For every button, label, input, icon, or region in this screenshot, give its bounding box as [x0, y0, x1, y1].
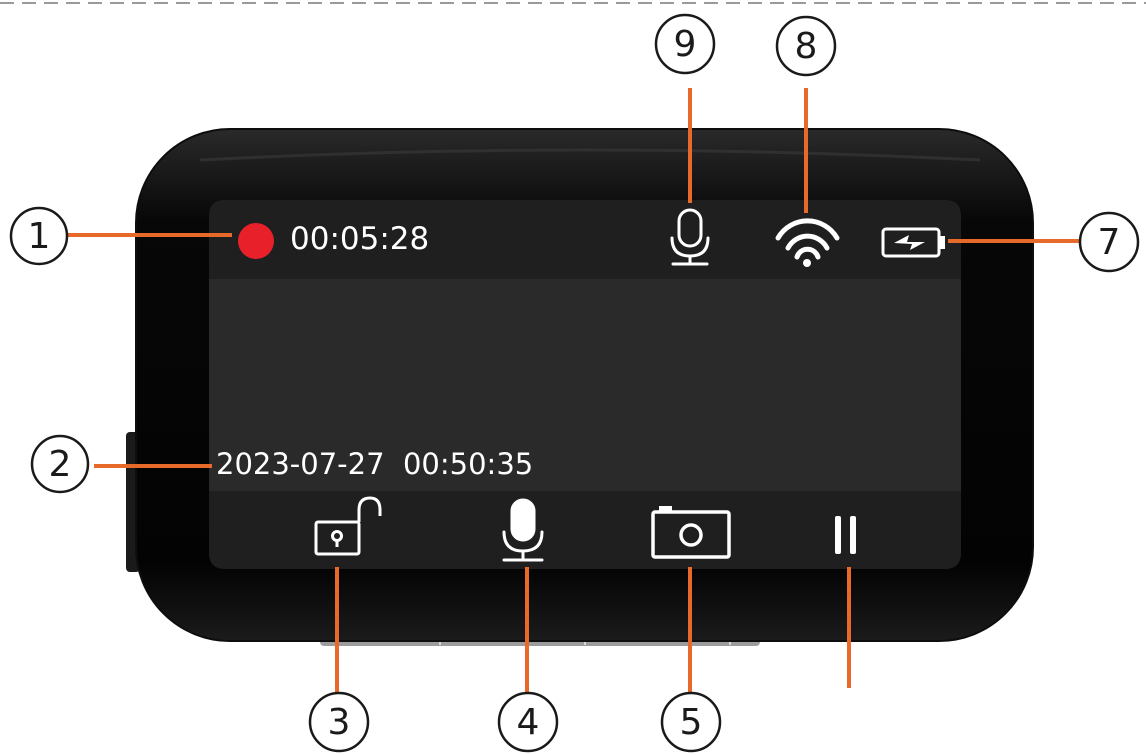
callout-8: 8: [794, 25, 818, 67]
callout-7: 7: [1097, 221, 1121, 263]
callout-1: 1: [27, 215, 51, 257]
date-time-stamp: 2023-07-27 00:50:35: [216, 447, 534, 481]
callout-2: 2: [48, 443, 72, 485]
callout-5: 5: [679, 701, 703, 743]
callout-3: 3: [327, 701, 351, 743]
callout-9: 9: [673, 23, 697, 65]
callout-4: 4: [516, 701, 540, 743]
recording-time: 00:05:28: [290, 221, 430, 257]
